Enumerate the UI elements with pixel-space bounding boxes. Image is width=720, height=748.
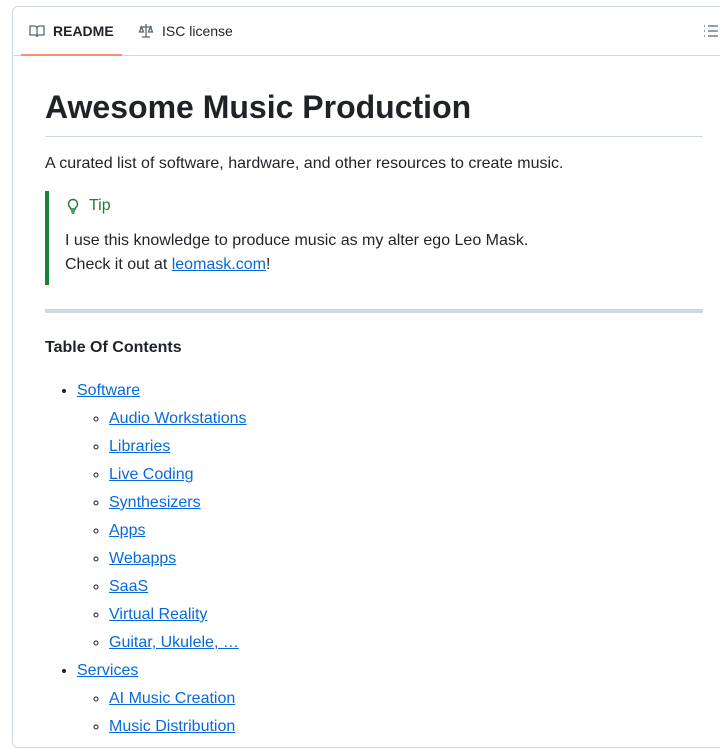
scale-icon (138, 24, 154, 38)
tip-line: I use this knowledge to produce music as… (65, 232, 529, 249)
toc-subitem: Music Distribution (109, 713, 703, 741)
toc-link[interactable]: AI Music Creation (109, 690, 235, 707)
toc-link[interactable]: Apps (109, 522, 145, 539)
toc-subitem: Guitar, Ukulele, … (109, 629, 703, 657)
tip-callout: Tip I use this knowledge to produce musi… (45, 191, 703, 285)
tab-bar: README ISC license (13, 7, 720, 56)
tab-label: README (53, 23, 114, 39)
description: A curated list of software, hardware, an… (45, 155, 564, 172)
tab-readme[interactable]: README (21, 7, 122, 56)
tab-license[interactable]: ISC license (138, 7, 233, 55)
toc-link[interactable]: Virtual Reality (109, 606, 207, 623)
readme-panel: README ISC license Awesome Music Product… (12, 6, 720, 748)
toc-link[interactable]: Audio Workstations (109, 410, 247, 427)
toc-heading: Table Of Contents (45, 339, 182, 356)
toc-link[interactable]: Synthesizers (109, 494, 201, 511)
toc-link[interactable]: Webapps (109, 550, 176, 567)
toc-link[interactable]: Software (77, 382, 140, 399)
toc-subitem: Audio Workstations (109, 405, 703, 433)
tip-text: ! (265, 256, 271, 273)
leomask-link[interactable]: leomask.com (172, 256, 266, 273)
toc-subitem: AI Music Creation (109, 685, 703, 713)
toc-link[interactable]: Libraries (109, 438, 170, 455)
divider (45, 309, 703, 313)
toc-subitem: Webapps (109, 545, 703, 573)
toc-subitem: Virtual Reality (109, 601, 703, 629)
toc-subitem: Libraries (109, 433, 703, 461)
list-icon[interactable] (703, 23, 719, 39)
toc-subitem: SaaS (109, 573, 703, 601)
toc-link[interactable]: SaaS (109, 578, 148, 595)
toc-link[interactable]: Guitar, Ukulele, … (109, 634, 239, 651)
book-icon (29, 25, 45, 38)
toc-link[interactable]: Live Coding (109, 466, 194, 483)
tip-text: Check it out at (65, 256, 172, 273)
toc-link[interactable]: Services (77, 662, 138, 679)
toc-item: Services AI Music Creation Music Distribut… (77, 657, 703, 741)
tip-title: Tip (89, 197, 111, 214)
lightbulb-icon (67, 198, 79, 214)
toc-subitem: Apps (109, 517, 703, 545)
toc-item: Software Audio Workstations Libraries Live … (77, 377, 703, 657)
page-title: Awesome Music Production (45, 89, 703, 137)
toc-link[interactable]: Music Distribution (109, 718, 235, 735)
toc-list: Software Audio Workstations Libraries Live … (45, 377, 703, 741)
toc-subitem: Synthesizers (109, 489, 703, 517)
toc-subitem: Live Coding (109, 461, 703, 489)
tab-label: ISC license (162, 23, 233, 39)
